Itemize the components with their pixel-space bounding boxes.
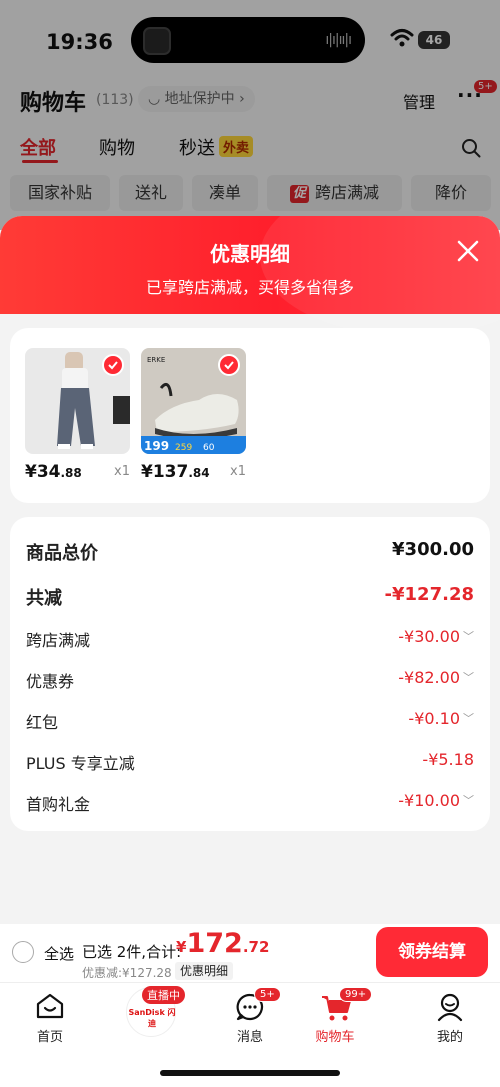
checked-icon — [102, 354, 124, 376]
tab-me[interactable]: 我的 — [410, 988, 490, 1045]
tab-cart[interactable]: 99+ 购物车 — [295, 987, 375, 1045]
item-quantity: x1 — [114, 464, 130, 479]
messages-badge: 5+ — [254, 987, 281, 1002]
discount-detail-button[interactable]: 优惠明细 — [175, 962, 234, 980]
tab-messages-label: 消息 — [236, 1030, 263, 1045]
discount-label: PLUS 专享立减 — [26, 754, 135, 773]
item-price: ¥137.84 — [141, 462, 210, 482]
discount-row-first-buy[interactable]: 首购礼金 -¥10.00 ﹀ — [26, 791, 474, 819]
sheet-header: 优惠明细 已享跨店满减，买得多省得多 — [0, 216, 500, 336]
sheet-subtitle: 已享跨店满减，买得多省得多 — [145, 278, 354, 297]
item-quantity: x1 — [230, 464, 246, 479]
list-item[interactable]: ERKE 199 259 60 ¥137.84 x1 — [141, 348, 246, 484]
tab-home-label: 首页 — [36, 1030, 63, 1045]
price-summary-card: 商品总价 ¥300.00 共减 -¥127.28 跨店满减 -¥30.00 ﹀ 优… — [10, 517, 490, 831]
discount-row-coupon[interactable]: 优惠券 -¥82.00 ﹀ — [26, 668, 474, 696]
discount-detail-sheet: 优惠明细 已享跨店满减，买得多省得多 ¥34.88 x1 ERKE 199 25… — [0, 216, 500, 924]
discount-row-red-packet[interactable]: 红包 -¥0.10 ﹀ — [26, 709, 474, 737]
discount-label: 红包 — [26, 713, 59, 732]
total-value: ¥300.00 — [392, 539, 474, 560]
total-label: 商品总价 — [26, 543, 98, 564]
cart-badge: 99+ — [339, 987, 373, 1002]
checkout-bar: 全选 已选 2件,合计: ¥172.72 优惠减:¥127.28 优惠明细 领券… — [0, 924, 500, 982]
discount-value: -¥82.00 ﹀ — [398, 668, 474, 687]
discount-label: 首购礼金 — [26, 795, 91, 814]
chevron-down-icon: ﹀ — [463, 630, 474, 643]
product-image-shoe[interactable]: ERKE 199 259 60 — [141, 348, 246, 454]
discount-row-plus: PLUS 专享立减 -¥5.18 — [26, 750, 474, 778]
checked-icon — [218, 354, 240, 376]
profile-icon — [437, 993, 463, 1022]
discount-value: -¥30.00 ﹀ — [398, 627, 474, 646]
reduce-row: 共减 -¥127.28 — [26, 584, 474, 612]
discount-value: -¥0.10 ﹀ — [408, 709, 474, 728]
reduce-value: -¥127.28 — [384, 584, 474, 605]
svg-text:60: 60 — [203, 443, 215, 453]
selected-info: 已选 2件,合计: — [82, 943, 182, 961]
modal-overlay[interactable] — [0, 0, 500, 230]
bottom-tabbar: 首页 SanDisk 闪迪 直播中 5+ 消息 99+ 购物车 我的 — [0, 982, 500, 1087]
total-row: 商品总价 ¥300.00 — [26, 539, 474, 567]
checkout-button[interactable]: 领券结算 — [376, 927, 488, 977]
tab-cart-label: 购物车 — [315, 1030, 355, 1045]
chevron-down-icon: ﹀ — [463, 712, 474, 725]
select-all-label[interactable]: 全选 — [44, 943, 74, 964]
discount-label: 优惠券 — [26, 672, 75, 691]
product-image-pants[interactable] — [25, 348, 130, 454]
item-price: ¥34.88 — [25, 462, 82, 482]
discount-value: -¥5.18 — [422, 750, 474, 769]
select-all-radio[interactable] — [12, 941, 34, 963]
tab-me-label: 我的 — [436, 1030, 463, 1045]
total-price: ¥172.72 — [176, 928, 270, 959]
reduce-label: 共减 — [26, 588, 62, 609]
tab-home[interactable]: 首页 — [10, 988, 90, 1045]
sheet-title: 优惠明细 — [210, 242, 290, 266]
brand-logo-icon: ERKE — [147, 356, 165, 364]
tab-messages[interactable]: 5+ 消息 — [210, 987, 290, 1045]
close-icon[interactable] — [455, 238, 481, 264]
svg-text:259: 259 — [175, 443, 192, 453]
home-icon — [36, 993, 64, 1019]
sandisk-logo-icon: SanDisk 闪迪 — [128, 1008, 176, 1028]
live-badge: 直播中 — [142, 986, 185, 1004]
chevron-down-icon: ﹀ — [463, 671, 474, 684]
discount-label: 跨店满减 — [26, 631, 91, 650]
list-item[interactable]: ¥34.88 x1 — [25, 348, 130, 484]
home-indicator — [160, 1070, 340, 1076]
selected-items-card: ¥34.88 x1 ERKE 199 259 60 ¥137.84 x1 — [10, 328, 490, 503]
discount-summary: 优惠减:¥127.28 — [82, 966, 172, 980]
discount-row-cross-store[interactable]: 跨店满减 -¥30.00 ﹀ — [26, 627, 474, 655]
chevron-down-icon: ﹀ — [463, 794, 474, 807]
cart-page-background: 19:36 ı|ı|ıı|ı 46 购物车 (113) ◡ 地址保护中 › 管理… — [0, 0, 500, 230]
discount-value: -¥10.00 ﹀ — [398, 791, 474, 810]
svg-text:199: 199 — [144, 439, 169, 453]
